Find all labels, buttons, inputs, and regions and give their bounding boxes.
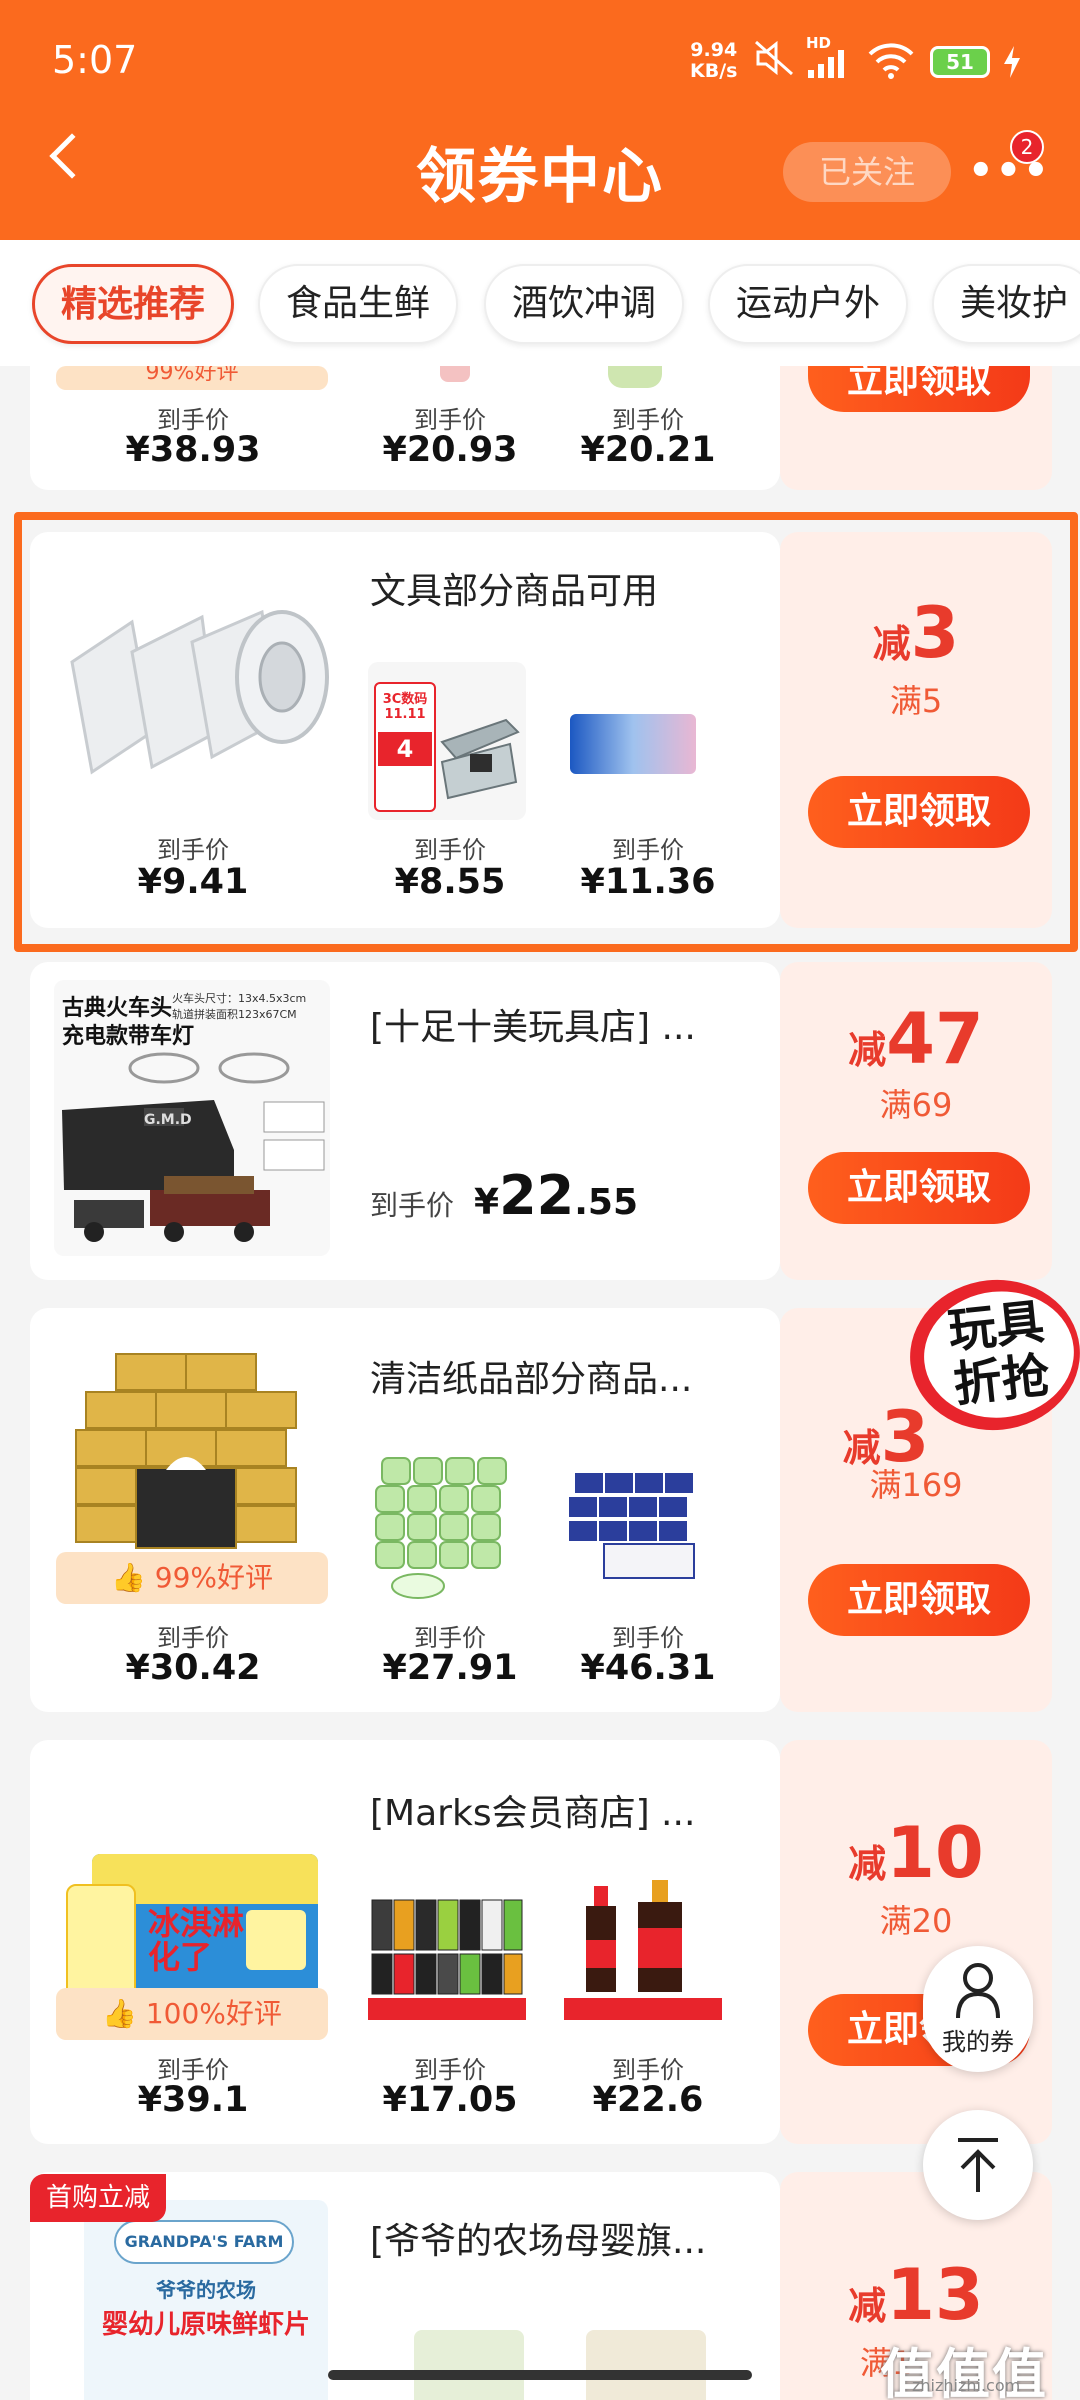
wifi-icon [868, 43, 914, 79]
status-time: 5:07 [52, 38, 138, 82]
discount-amount: 减10 [848, 1812, 984, 1894]
product-price: ¥46.31 [580, 1648, 716, 1688]
product-price: ¥38.93 [125, 430, 261, 470]
minimum-spend: 满169 [869, 1466, 963, 1504]
rating-badge: 99%好评 [56, 366, 328, 390]
coupon-card-toy[interactable]: 古典火车头 充电款带车灯 火车头尺寸：13x4.5x3cm 轨道拼装面积123x… [30, 962, 780, 1280]
product-price: ¥17.05 [382, 2080, 518, 2120]
follow-button[interactable]: 已关注 [783, 142, 951, 202]
coupon-side-toy: 减47 满69 立即领取 [780, 962, 1052, 1280]
product-price: ¥27.91 [382, 1648, 518, 1688]
rating-badge: 👍 99%好评 [56, 1552, 328, 1604]
notification-badge: 2 [1010, 130, 1044, 164]
icecream-text: 冰淇淋化了 [148, 1904, 245, 1976]
tab-beauty[interactable]: 美妆护 [932, 264, 1080, 344]
farm-brand: GRANDPA'S FARM [114, 2220, 294, 2264]
tab-drinks[interactable]: 酒饮冲调 [484, 264, 685, 344]
discount-amount: 减47 [848, 998, 984, 1080]
product-price: ¥30.42 [125, 1648, 261, 1688]
price-label: 到手价 [370, 1189, 455, 1222]
shrimp-cracker-product-image: GRANDPA'S FARM 爷爷的农场 婴幼儿原味鲜虾片 [84, 2200, 328, 2400]
train-product-image: 古典火车头 充电款带车灯 火车头尺寸：13x4.5x3cm 轨道拼装面积123x… [54, 980, 330, 1256]
soy-sauce-product-image [564, 1880, 722, 2030]
coupon-side-partial: 立即领取 [780, 363, 1052, 490]
category-tabs: 精选推荐 食品生鲜 酒饮冲调 运动户外 美妆护 [0, 240, 1080, 366]
coupon-card-tissue[interactable]: 👍 99%好评 清洁纸品部分商品... 到手价 ¥30.42 到手价 ¥27.9… [30, 1308, 780, 1712]
train-logo: G.M.D [144, 1112, 192, 1128]
product-price: ¥20.93 [382, 430, 518, 470]
battery-icon: 51 [930, 46, 990, 78]
network-speed: 9.94 KB/s [690, 39, 738, 82]
train-spec: 火车头尺寸：13x4.5x3cm [172, 992, 307, 1005]
coupon-title: [十足十美玩具店] ... [370, 1007, 696, 1048]
product-image [608, 366, 662, 388]
highlight-frame [14, 512, 1078, 952]
coupon-title: 清洁纸品部分商品... [370, 1359, 693, 1400]
rating-badge: 👍 100%好评 [56, 1988, 328, 2040]
charging-icon [1004, 46, 1020, 78]
train-spec: 轨道拼装面积123x67CM [172, 1008, 297, 1021]
gesture-nav-bar[interactable] [328, 2370, 752, 2380]
tissue-product-image [56, 1348, 326, 1574]
user-icon [956, 1963, 1000, 2019]
coupon-title: [爷爷的农场母婴旗... [370, 2221, 707, 2262]
my-coupons-button[interactable]: 我的券 [923, 1946, 1033, 2072]
discount-amount: 减13 [848, 2254, 984, 2336]
toilet-roll-product-image [368, 1450, 526, 1602]
coupon-side-marks: 减10 满20 立即领取 [780, 1740, 1052, 2144]
tab-outdoor[interactable]: 运动户外 [708, 264, 909, 344]
tissue-pack-product-image [564, 1468, 702, 1584]
minimum-spend: 满20 [879, 1902, 953, 1940]
header-bar: 5:07 9.94 KB/s HD 51 领券中心 已关注 ••• 2 [0, 0, 1080, 240]
coupon-title: [Marks会员商店] ... [370, 1793, 696, 1834]
farm-name: 爷爷的农场 [156, 2278, 256, 2302]
product-price: ¥20.21 [580, 430, 716, 470]
signal-icon [808, 50, 844, 78]
watermark-url: zhizhizhi.com [912, 2376, 1021, 2395]
product-price: ¥22.6 [592, 2080, 704, 2120]
tab-featured[interactable]: 精选推荐 [32, 264, 235, 344]
claim-button[interactable]: 立即领取 [808, 1152, 1030, 1224]
product-image [440, 366, 470, 382]
coupon-card-partial[interactable]: 99%好评 到手价 ¥38.93 到手价 ¥20.93 到手价 ¥20.21 [30, 366, 780, 490]
arrow-up-icon [958, 2138, 998, 2192]
product-image [414, 2330, 524, 2400]
product-price: ¥22.55 [474, 1164, 638, 1227]
minimum-spend: 满69 [879, 1086, 953, 1124]
product-image [586, 2330, 706, 2400]
tab-food[interactable]: 食品生鲜 [258, 264, 459, 344]
claim-button[interactable]: 立即领取 [808, 1564, 1030, 1636]
farm-product: 婴幼儿原味鲜虾片 [101, 2310, 310, 2340]
back-to-top-button[interactable] [923, 2110, 1033, 2220]
new-customer-badge: 首购立减 [30, 2174, 166, 2222]
energy-drink-product-image [368, 1880, 526, 2030]
coupon-card-marks[interactable]: 冰淇淋化了 👍 100%好评 [Marks会员商店] ... 到手价 ¥39.1… [30, 1740, 780, 2144]
mute-icon [755, 40, 793, 76]
toy-promo-sticker[interactable]: 玩具 折抢 [902, 1271, 1080, 1439]
product-price: ¥39.1 [137, 2080, 249, 2120]
claim-button[interactable]: 立即领取 [808, 363, 1030, 412]
